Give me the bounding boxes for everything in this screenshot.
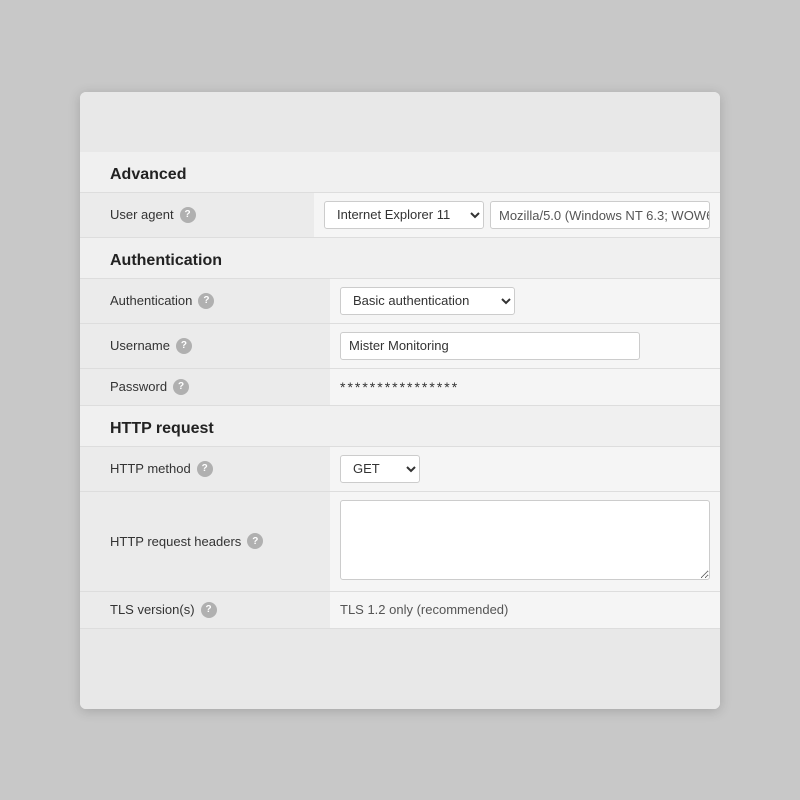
http-headers-row: HTTP request headers ?	[80, 491, 720, 591]
http-request-table: HTTP method ? GET HTTP request headers ?	[80, 446, 720, 629]
http-request-section-header: HTTP request	[80, 406, 720, 446]
user-agent-value-cell: Internet Explorer 11 Mozilla/5.0 (Window…	[314, 192, 720, 237]
auth-method-label-cell: Authentication ?	[80, 278, 330, 323]
authentication-section-header: Authentication	[80, 238, 720, 278]
password-help-icon[interactable]: ?	[173, 379, 189, 395]
username-value-cell	[330, 323, 720, 368]
username-label: Username	[110, 338, 170, 353]
bottom-spacer	[80, 629, 720, 709]
http-method-label-cell: HTTP method ?	[80, 446, 330, 491]
http-headers-label-cell: HTTP request headers ?	[80, 491, 330, 591]
tls-version-help-icon[interactable]: ?	[201, 602, 217, 618]
user-agent-row: User agent ? Internet Explorer 11 Mozill…	[80, 192, 720, 237]
auth-method-row: Authentication ? Basic authentication	[80, 278, 720, 323]
http-headers-help-icon[interactable]: ?	[247, 533, 263, 549]
auth-method-select[interactable]: Basic authentication	[340, 287, 515, 315]
http-method-label: HTTP method	[110, 461, 191, 476]
user-agent-label-cell: User agent ?	[80, 192, 314, 237]
settings-panel: Advanced User agent ? Internet Explorer …	[80, 92, 720, 709]
http-method-value-cell: GET	[330, 446, 720, 491]
advanced-table: User agent ? Internet Explorer 11 Mozill…	[80, 192, 720, 238]
password-label: Password	[110, 379, 167, 394]
http-method-row: HTTP method ? GET	[80, 446, 720, 491]
password-label-cell: Password ?	[80, 368, 330, 405]
http-method-select[interactable]: GET	[340, 455, 420, 483]
password-masked: ****************	[340, 375, 459, 399]
auth-method-help-icon[interactable]: ?	[198, 293, 214, 309]
username-row: Username ?	[80, 323, 720, 368]
http-headers-value-cell	[330, 491, 720, 591]
user-agent-string: Mozilla/5.0 (Windows NT 6.3; WOW64;	[490, 201, 710, 229]
http-method-help-icon[interactable]: ?	[197, 461, 213, 477]
http-headers-textarea[interactable]	[340, 500, 710, 580]
advanced-section-header: Advanced	[80, 152, 720, 192]
tls-version-row: TLS version(s) ? TLS 1.2 only (recommend…	[80, 591, 720, 628]
username-input[interactable]	[340, 332, 640, 360]
password-value-cell: ****************	[330, 368, 720, 405]
user-agent-help-icon[interactable]: ?	[180, 207, 196, 223]
auth-method-value-cell: Basic authentication	[330, 278, 720, 323]
http-headers-label: HTTP request headers	[110, 534, 241, 549]
tls-version-value: TLS 1.2 only (recommended)	[340, 598, 508, 621]
tls-version-value-cell: TLS 1.2 only (recommended)	[330, 591, 720, 628]
top-spacer	[80, 92, 720, 152]
authentication-table: Authentication ? Basic authentication Us…	[80, 278, 720, 406]
tls-version-label-cell: TLS version(s) ?	[80, 591, 330, 628]
user-agent-select[interactable]: Internet Explorer 11	[324, 201, 484, 229]
user-agent-label: User agent	[110, 207, 174, 222]
auth-method-label: Authentication	[110, 293, 192, 308]
tls-version-label: TLS version(s)	[110, 602, 195, 617]
password-row: Password ? ****************	[80, 368, 720, 405]
username-help-icon[interactable]: ?	[176, 338, 192, 354]
username-label-cell: Username ?	[80, 323, 330, 368]
content-area: Advanced User agent ? Internet Explorer …	[80, 152, 720, 629]
